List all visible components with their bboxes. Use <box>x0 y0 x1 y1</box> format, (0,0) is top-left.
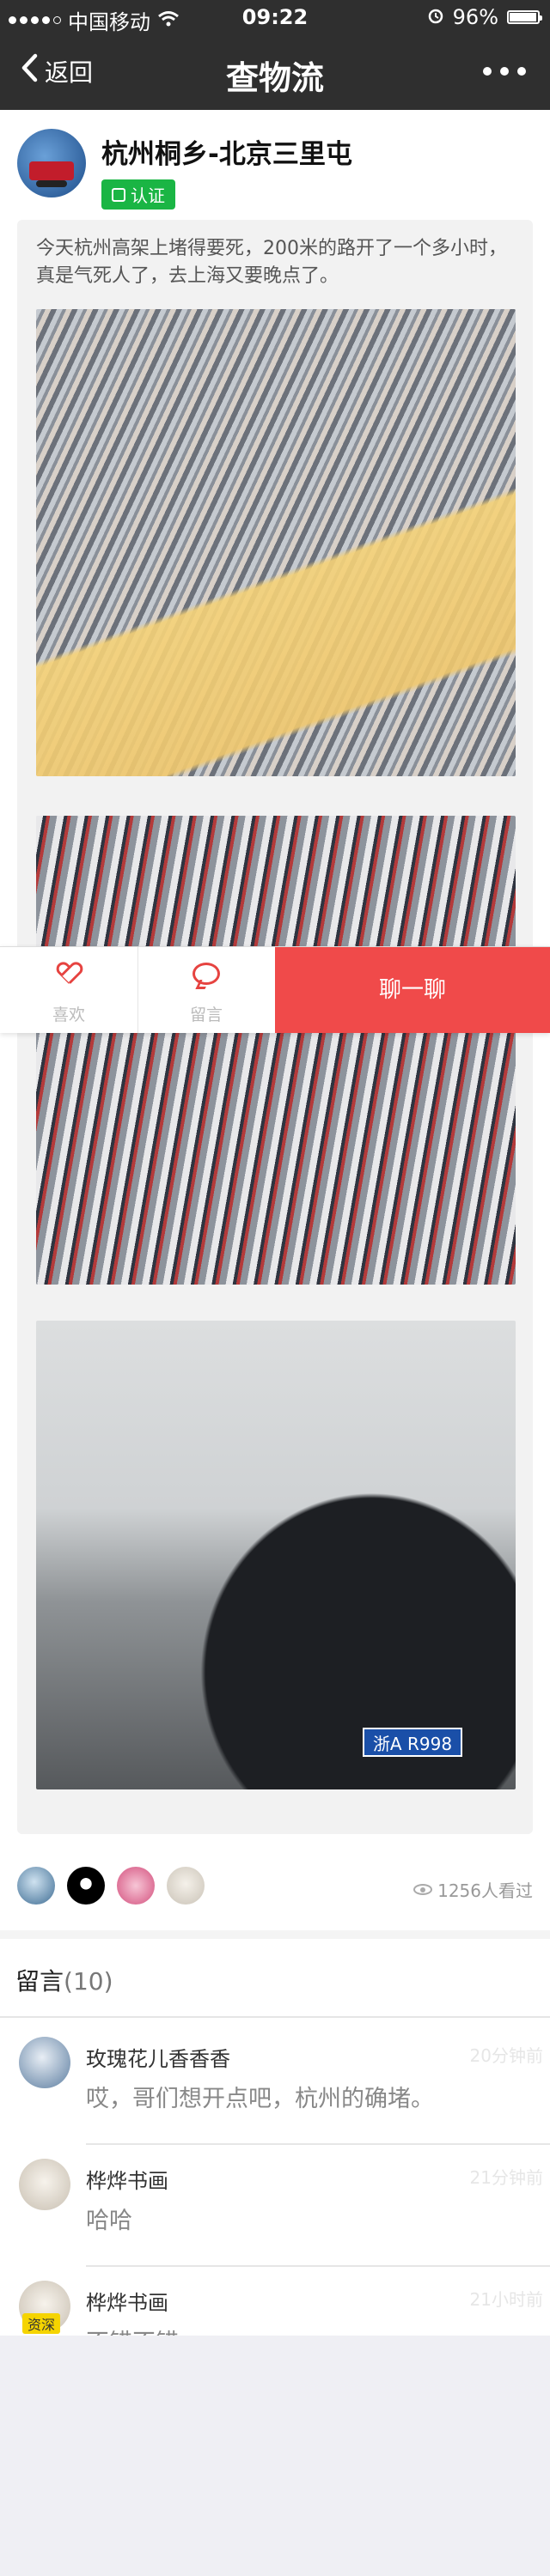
section-divider <box>0 1930 550 1939</box>
post-detail: 杭州桐乡-北京三里屯 认证 今天杭州高架上堵得要死，200米的路开了一个多小时，… <box>0 110 550 2389</box>
post-photo-3[interactable]: 浙A R998 <box>36 1321 516 1789</box>
page-background <box>0 2336 550 2576</box>
senior-badge: 资深 <box>22 2313 61 2334</box>
alarm-icon <box>427 5 444 29</box>
commenter-avatar[interactable]: 资深 <box>19 2281 70 2334</box>
divider <box>0 2016 550 2018</box>
like-label: 喜欢 <box>52 1005 85 1024</box>
verified-label: 认证 <box>131 185 165 206</box>
battery-percent: 96% <box>452 5 498 29</box>
more-options-icon[interactable] <box>483 67 526 76</box>
viewer-avatars[interactable] <box>17 1867 205 1905</box>
viewer-avatar[interactable] <box>167 1867 205 1905</box>
page-title: 查物流 <box>225 59 324 97</box>
comment-button[interactable]: 留言 <box>138 947 275 1033</box>
viewer-avatar[interactable] <box>117 1867 155 1905</box>
view-count-label: 1256人看过 <box>437 1880 533 1901</box>
chat-button[interactable]: 聊一聊 <box>275 947 550 1033</box>
status-bar: 中国移动 09:22 96% <box>0 0 550 34</box>
comment-text: 哎，哥们想开点吧，杭州的确堵。 <box>86 2086 434 2112</box>
certificate-icon <box>112 187 125 202</box>
viewer-avatar[interactable] <box>17 1867 55 1905</box>
post-photo-2[interactable] <box>36 816 516 1285</box>
comment-time: 21分钟前 <box>469 2167 543 2188</box>
author-avatar[interactable] <box>17 129 86 197</box>
commenter-name: 桦烨书画 <box>86 2291 168 2315</box>
commenter-avatar[interactable] <box>19 2159 70 2210</box>
navigation-bar: 返回 查物流 <box>0 34 550 110</box>
eye-icon <box>413 1884 433 1895</box>
heart-icon <box>57 963 82 988</box>
action-bar: 喜欢 留言 聊一聊 <box>0 946 550 1033</box>
viewer-avatar[interactable] <box>67 1867 105 1905</box>
comment-item[interactable]: 玫瑰花儿香香香 20分钟前 哎，哥们想开点吧，杭州的确堵。 <box>0 2023 550 2145</box>
comments-title: 留言 <box>15 1967 64 1996</box>
comment-text: 哈哈 <box>86 2208 132 2234</box>
author-header: 杭州桐乡-北京三里屯 认证 <box>17 129 352 210</box>
comment-label: 留言 <box>189 1005 223 1024</box>
verified-badge: 认证 <box>101 179 175 210</box>
commenter-avatar[interactable] <box>19 2037 70 2088</box>
license-plate: 浙A R998 <box>363 1728 462 1757</box>
commenter-name: 玫瑰花儿香香香 <box>86 2047 230 2071</box>
battery-icon <box>507 10 542 24</box>
comment-time: 21小时前 <box>469 2289 543 2310</box>
commenter-name: 桦烨书画 <box>86 2169 168 2193</box>
comment-time: 20分钟前 <box>469 2045 543 2066</box>
comments-count: (10) <box>64 1967 113 1996</box>
comments-header: 留言(10) <box>15 1963 113 1997</box>
view-count: 1256人看过 <box>413 1877 533 1902</box>
like-button[interactable]: 喜欢 <box>0 947 138 1033</box>
author-name[interactable]: 杭州桐乡-北京三里屯 <box>101 132 352 171</box>
post-photo-1[interactable] <box>36 309 516 776</box>
chat-bubble-icon <box>192 963 220 985</box>
comment-item[interactable]: 桦烨书画 21分钟前 哈哈 <box>0 2145 550 2267</box>
post-text: 今天杭州高架上堵得要死，200米的路开了一个多小时，真是气死人了，去上海又要晚点… <box>36 238 507 287</box>
